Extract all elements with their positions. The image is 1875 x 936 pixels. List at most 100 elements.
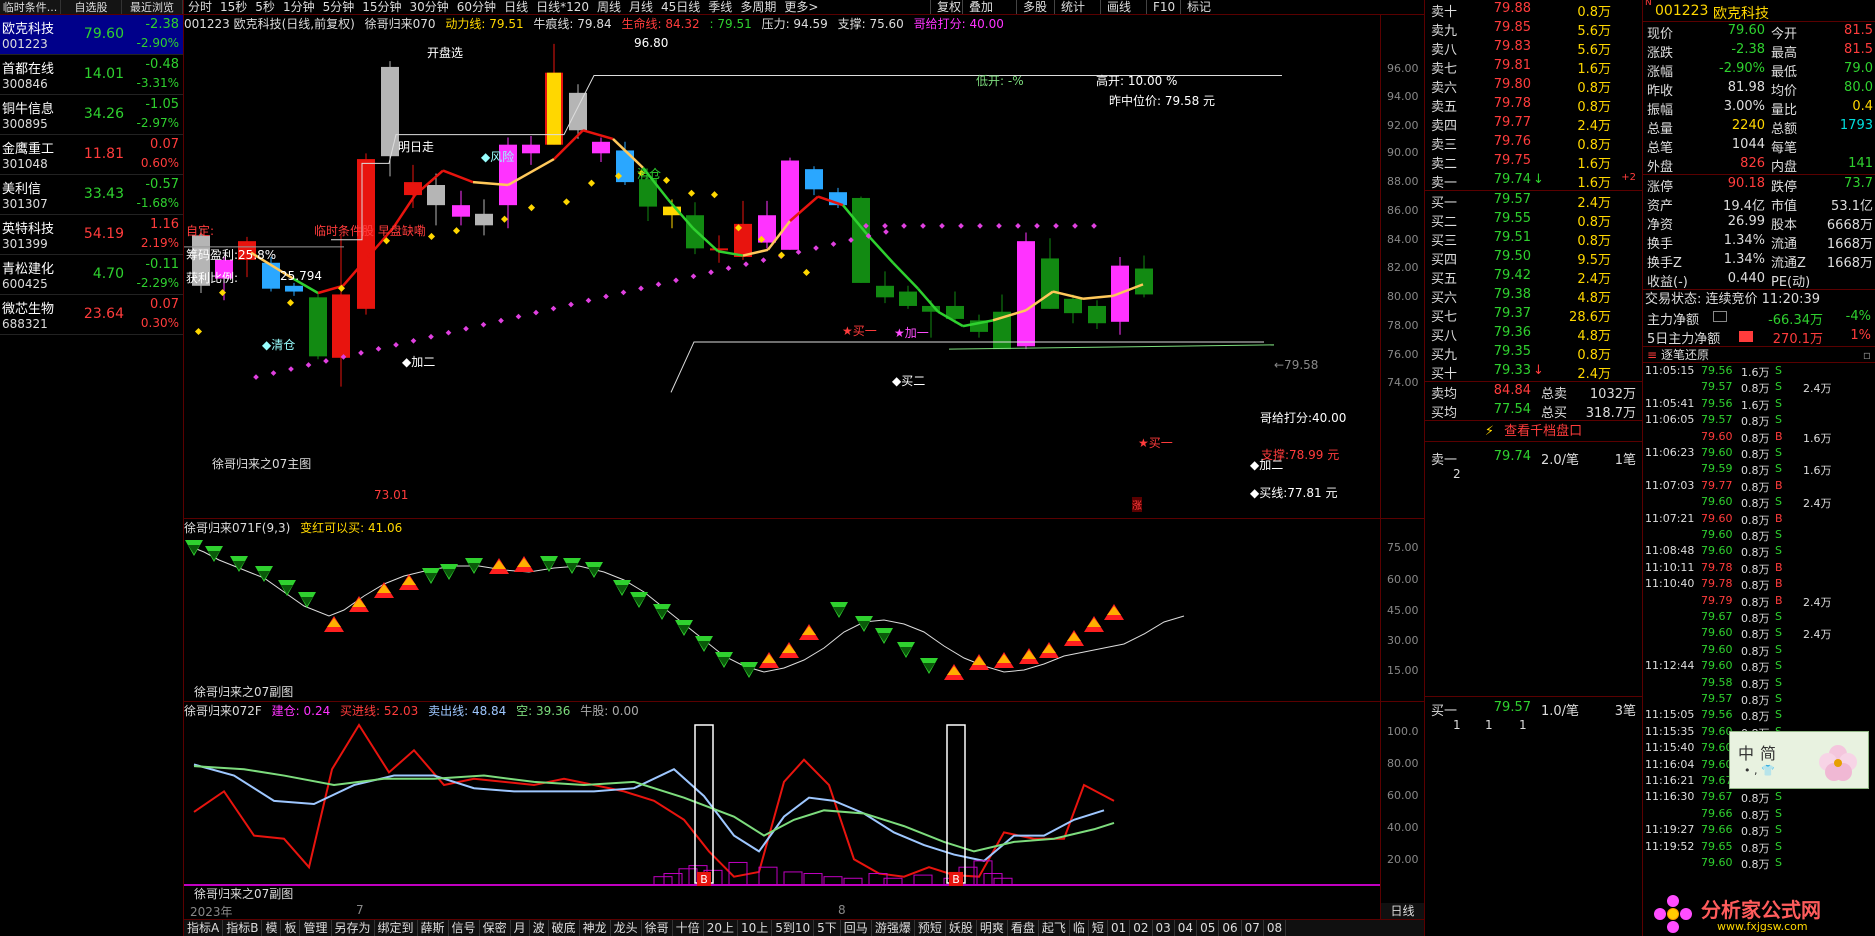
indicator-tab[interactable]: 十倍 — [673, 920, 704, 936]
ime-widget[interactable]: 中 简 • , 👕 — [1729, 731, 1869, 789]
indicator-tab[interactable]: 07 — [1242, 920, 1264, 936]
indicator-tab[interactable]: 另存为 — [332, 920, 375, 936]
indicator-tab[interactable]: 06 — [1219, 920, 1242, 936]
tab-favorites[interactable]: 自选股 — [61, 0, 122, 14]
ask-row[interactable]: 卖一 79.74 ↓ 1.6万 +2 — [1425, 171, 1642, 191]
indicator-tab[interactable]: 回马 — [841, 920, 872, 936]
indicator-tab[interactable]: 信号 — [449, 920, 480, 936]
stock-row[interactable]: 青松建化 600425 4.70 -0.11 -2.29% — [0, 255, 183, 295]
ask-row[interactable]: 卖九 79.85 5.6万 — [1425, 19, 1642, 39]
period-tab[interactable]: 45日线 — [657, 0, 704, 14]
tick-list[interactable]: 11:05:15 79.56 1.6万 S 79.57 0.8万 S 2.4万 11:05:41… — [1643, 363, 1875, 871]
bid-row[interactable]: 买七 79.37 28.6万 — [1425, 305, 1642, 325]
indicator-tab[interactable]: 月 — [511, 920, 530, 936]
indicator-tab[interactable]: 游强爆 — [872, 920, 915, 936]
sub1-title[interactable]: 徐哥归来071F(9,3) — [184, 521, 290, 535]
tab-temp-condition[interactable]: 临时条件... — [0, 0, 61, 14]
sub2-indicator-chart[interactable]: BB — [184, 719, 1380, 903]
indicator-tab[interactable]: 神龙 — [580, 920, 611, 936]
stock-row[interactable]: 微芯生物 688321 23.64 0.07 0.30% — [0, 295, 183, 335]
indicator-tab[interactable]: 徐哥 — [642, 920, 673, 936]
indicator-tab[interactable]: 20上 — [704, 920, 738, 936]
period-tab[interactable]: 日线*120 — [532, 0, 593, 14]
indicator-tab[interactable]: 10上 — [738, 920, 773, 936]
indicator-tab[interactable]: 龙头 — [611, 920, 642, 936]
sub1-indicator-chart[interactable] — [184, 536, 1380, 701]
bid-row[interactable]: 买五 79.42 2.4万 — [1425, 267, 1642, 287]
indicator-tab[interactable]: 起飞 — [1039, 920, 1070, 936]
ask-row[interactable]: 卖六 79.80 0.8万 — [1425, 76, 1642, 96]
bid-row[interactable]: 买四 79.50 9.5万 — [1425, 248, 1642, 268]
indicator-tab[interactable]: 08 — [1264, 920, 1287, 936]
indicator-tab[interactable]: 看盘 — [1008, 920, 1039, 936]
indicator-tab[interactable]: 03 — [1153, 920, 1175, 936]
period-tab[interactable]: 日线 — [500, 0, 532, 14]
tool-tab[interactable]: 统计 — [1054, 0, 1091, 14]
stock-row[interactable]: 金鹰重工 301048 11.81 0.07 0.60% — [0, 135, 183, 175]
bid-row[interactable]: 买三 79.51 0.8万 — [1425, 229, 1642, 249]
period-tab[interactable]: 30分钟 — [406, 0, 453, 14]
indicator-tab[interactable]: 板 — [281, 920, 301, 936]
stock-row[interactable]: 欧克科技 001223 79.60 -2.38 -2.90% — [0, 15, 183, 55]
tool-tab[interactable]: 叠加 — [962, 0, 999, 14]
ask-row[interactable]: 卖四 79.77 2.4万 — [1425, 114, 1642, 134]
ask-row[interactable]: 卖八 79.83 5.6万 — [1425, 38, 1642, 58]
indicator-tab[interactable]: 04 — [1175, 920, 1198, 936]
period-tab[interactable]: 分时 — [184, 0, 216, 14]
sub2-title[interactable]: 徐哥归来072F — [184, 704, 262, 718]
indicator-tab[interactable]: 05 — [1197, 920, 1220, 936]
bid-row[interactable]: 买一 79.57 2.4万 — [1425, 191, 1642, 211]
indicator-tab[interactable]: 5到10 — [772, 920, 815, 936]
stock-row[interactable]: 首都在线 300846 14.01 -0.48 -3.31% — [0, 55, 183, 95]
indicator-name[interactable]: 徐哥归来070 — [365, 17, 436, 31]
indicator-tab[interactable]: 管理 — [300, 920, 332, 936]
tool-tab[interactable]: 画线 — [1100, 0, 1137, 14]
period-indicator[interactable]: 日线 — [1380, 903, 1424, 919]
bid-row[interactable]: 买十 79.33 ↓ 2.4万 — [1425, 362, 1642, 382]
ask-row[interactable]: 卖十 79.88 0.8万 — [1425, 0, 1642, 20]
indicator-tab[interactable]: 妖股 — [946, 920, 977, 936]
indicator-tab[interactable]: 保密 — [480, 920, 511, 936]
indicator-tab[interactable]: 02 — [1130, 920, 1153, 936]
period-tab[interactable]: 月线 — [625, 0, 657, 14]
indicator-tab[interactable]: 临 — [1070, 920, 1089, 936]
indicator-tab[interactable]: 明爽 — [977, 920, 1008, 936]
stock-row[interactable]: 英特科技 301399 54.19 1.16 2.19% — [0, 215, 183, 255]
tab-recent[interactable]: 最近浏览 — [122, 0, 183, 14]
ask-row[interactable]: 卖二 79.75 1.6万 — [1425, 152, 1642, 172]
bid-row[interactable]: 买八 79.36 4.8万 — [1425, 324, 1642, 344]
stock-row[interactable]: 铜牛信息 300895 34.26 -1.05 -2.97% — [0, 95, 183, 135]
ask-row[interactable]: 卖五 79.78 0.8万 — [1425, 95, 1642, 115]
indicator-tab[interactable]: 01 — [1108, 920, 1131, 936]
indicator-tab[interactable]: 模 — [262, 920, 282, 936]
close-icon[interactable]: ▫ — [1863, 347, 1871, 364]
bid-row[interactable]: 买六 79.38 4.8万 — [1425, 286, 1642, 306]
indicator-tab[interactable]: 5下 — [814, 920, 841, 936]
period-tab[interactable]: 60分钟 — [453, 0, 500, 14]
indicator-tab[interactable]: 短 — [1089, 920, 1108, 936]
bid-row[interactable]: 买九 79.35 0.8万 — [1425, 343, 1642, 363]
indicator-tab[interactable]: 指标B — [223, 920, 263, 936]
tool-tab[interactable]: 标记 — [1180, 0, 1217, 14]
menu-icon[interactable]: ≡ — [1647, 347, 1657, 364]
period-tab[interactable]: 5秒 — [251, 0, 279, 14]
period-tab[interactable]: 多周期 — [736, 0, 780, 14]
indicator-tab[interactable]: 波 — [530, 920, 549, 936]
period-tab[interactable]: 1分钟 — [279, 0, 319, 14]
indicator-tab[interactable]: 薛斯 — [418, 920, 449, 936]
period-tab[interactable]: 15分钟 — [358, 0, 405, 14]
indicator-tab[interactable]: 指标A — [184, 920, 224, 936]
stock-row[interactable]: 美利信 301307 33.43 -0.57 -1.68% — [0, 175, 183, 215]
period-tab[interactable]: 5分钟 — [319, 0, 359, 14]
period-tab[interactable]: 更多> — [780, 0, 822, 14]
tool-tab[interactable]: F10 — [1146, 0, 1181, 14]
indicator-tab[interactable]: 预短 — [915, 920, 946, 936]
period-tab[interactable]: 季线 — [704, 0, 736, 14]
depth-link[interactable]: ⚡ 查看千档盘口 — [1425, 420, 1642, 442]
ask-row[interactable]: 卖三 79.76 0.8万 — [1425, 133, 1642, 153]
bid-row[interactable]: 买二 79.55 0.8万 — [1425, 210, 1642, 230]
period-tab[interactable]: 15秒 — [216, 0, 251, 14]
indicator-tab[interactable]: 破底 — [549, 920, 580, 936]
ask-row[interactable]: 卖七 79.81 1.6万 — [1425, 57, 1642, 77]
tick-tab[interactable]: 逐笔还原 — [1661, 347, 1709, 364]
